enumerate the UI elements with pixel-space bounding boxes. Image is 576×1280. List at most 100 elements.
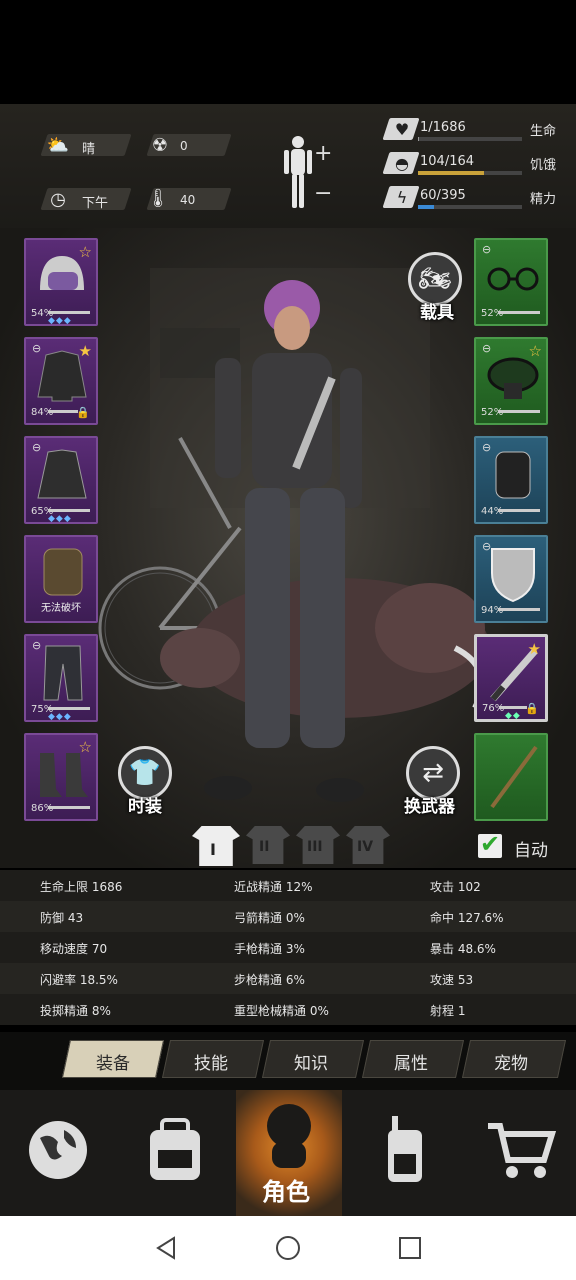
tab-knowledge-label: 知识 xyxy=(294,1054,328,1074)
pants-slot[interactable]: ⊖ 75% ◆◆◆ xyxy=(24,634,98,722)
tab-equipment-label: 装备 xyxy=(96,1054,130,1074)
time-of-day-value: 下午 xyxy=(82,196,109,211)
checkmark-icon: ✔ xyxy=(480,830,501,858)
link-icon: ⊖ xyxy=(32,639,42,652)
backpack-icon xyxy=(43,548,83,596)
gloves-icon xyxy=(495,451,531,499)
gem-sockets: ◆◆◆ xyxy=(48,712,72,722)
shirt-icon: 👕 xyxy=(128,758,162,788)
health-bar xyxy=(418,137,522,141)
link-icon: ⊖ xyxy=(482,342,492,355)
star-icon: ☆ xyxy=(78,738,92,756)
stats-row: 生命上限 1686 近战精通 12% 攻击 102 xyxy=(40,880,481,894)
gem-sockets: ◆◆◆ xyxy=(48,514,72,524)
boots-slot[interactable]: ☆ 86% xyxy=(24,733,98,821)
energy-text: 60/395 xyxy=(420,188,466,203)
tab-pets-label: 宠物 xyxy=(494,1054,528,1074)
mask-slot[interactable]: ⊖ ☆ 52% xyxy=(474,337,548,425)
boots-icon xyxy=(40,753,88,797)
star-icon: ★ xyxy=(527,640,541,658)
outfit-tab-3[interactable]: III xyxy=(296,826,340,864)
stats-row: 投掷精通 8% 重型枪械精通 0% 射程 1 xyxy=(40,1004,466,1018)
shield-slot[interactable]: ⊖ 94% xyxy=(474,535,548,623)
lock-icon: 🔒 xyxy=(525,702,539,715)
android-navigation-bar xyxy=(0,1216,576,1280)
body-figure-icon[interactable]: + − xyxy=(278,134,338,214)
plus-icon: + xyxy=(314,141,332,166)
gloves-slot[interactable]: ⊖ 44% xyxy=(474,436,548,524)
coat-slot[interactable]: ⊖ 65% ◆◆◆ xyxy=(24,436,98,524)
shopping-cart-icon[interactable] xyxy=(486,1120,556,1182)
unbreakable-label: 无法破坏 xyxy=(41,603,81,614)
tab-attributes-label: 属性 xyxy=(394,1054,428,1074)
partly-cloudy-icon: ⛅ xyxy=(46,134,70,156)
bow-icon xyxy=(490,745,538,809)
character-scene: ☆ 54% ◆◆◆ ⊖ ★ 84% 🔒 ⊖ 65% ◆◆◆ 无法破坏 ⊖ 75%… xyxy=(0,228,576,868)
stomach-icon: ◓ xyxy=(395,153,409,173)
minus-icon: − xyxy=(314,181,332,206)
link-icon: ⊖ xyxy=(32,342,42,355)
health-label: 生命 xyxy=(530,124,557,139)
motorcycle-icon: 🏍 xyxy=(418,264,452,294)
heart-icon: ♥ xyxy=(394,119,410,139)
status-bar-area xyxy=(0,0,576,104)
stats-row: 闪避率 18.5% 步枪精通 6% 攻速 53 xyxy=(0,963,576,994)
stats-row: 移动速度 70 手枪精通 3% 暴击 48.6% xyxy=(40,942,496,956)
link-icon: ⊖ xyxy=(32,441,42,454)
radiation-value: 0 xyxy=(180,139,188,153)
durability-bar xyxy=(48,509,90,512)
swap-arrows-icon: ⇄ xyxy=(422,758,444,788)
hunger-text: 104/164 xyxy=(420,154,475,169)
durability-bar xyxy=(498,311,540,314)
gem-sockets: ◆◆◆ xyxy=(48,316,72,326)
globe-icon[interactable] xyxy=(26,1118,90,1182)
stats-row: 防御 43 弓箭精通 0% 命中 127.6% xyxy=(0,901,576,932)
costume-label: 时装 xyxy=(128,797,162,817)
jacket-slot[interactable]: ⊖ ★ 84% 🔒 xyxy=(24,337,98,425)
durability-bar xyxy=(48,410,78,413)
hunger-bar xyxy=(418,171,522,175)
glasses-slot[interactable]: ⊖ 52% xyxy=(474,238,548,326)
outfit-tab-2[interactable]: II xyxy=(246,826,290,864)
star-icon: ☆ xyxy=(528,342,542,360)
durability-bar xyxy=(48,806,90,809)
energy-label: 精力 xyxy=(530,192,557,207)
category-tabs: 装备 技能 知识 属性 宠物 xyxy=(0,1032,576,1090)
durability-bar xyxy=(498,509,540,512)
home-icon[interactable] xyxy=(274,1234,302,1262)
nav-character-label: 角色 xyxy=(262,1178,310,1206)
hud-panel: ⛅ 晴 ☢ 0 ◷ 下午 🌡 40 + − ♥ 1/1686 生命 ◓ 104/… xyxy=(0,104,576,230)
machete-slot[interactable]: ★ 76% 🔒 ◆◆ xyxy=(474,634,548,722)
star-icon: ☆ xyxy=(78,243,92,261)
link-icon: ⊖ xyxy=(482,243,492,256)
stats-table: 生命上限 1686 近战精通 12% 攻击 102 防御 43 弓箭精通 0% … xyxy=(0,870,576,1025)
back-icon[interactable] xyxy=(152,1234,180,1262)
health-text: 1/1686 xyxy=(420,120,466,135)
auto-label: 自动 xyxy=(514,841,548,861)
link-icon: ⊖ xyxy=(482,540,492,553)
durability-bar xyxy=(48,707,90,710)
bow-slot[interactable] xyxy=(474,733,548,821)
helmet-slot[interactable]: ☆ 54% ◆◆◆ xyxy=(24,238,98,326)
walkie-talkie-icon[interactable] xyxy=(380,1114,430,1186)
temperature-value: 40 xyxy=(180,193,196,207)
radiation-icon: ☢ xyxy=(151,134,169,156)
character-icon[interactable] xyxy=(258,1098,320,1170)
recents-icon[interactable] xyxy=(396,1234,424,1262)
bottom-navigation: 角色 xyxy=(0,1090,576,1216)
switch-weapon-label: 换武器 xyxy=(404,797,455,817)
durability-bar xyxy=(48,311,90,314)
outfit-tab-4[interactable]: IV xyxy=(346,826,390,864)
durability-bar xyxy=(498,410,540,413)
hunger-label: 饥饿 xyxy=(530,158,557,173)
backpack-icon[interactable] xyxy=(144,1116,206,1184)
energy-bar xyxy=(418,205,522,209)
auto-checkbox[interactable]: ✔ xyxy=(478,830,502,858)
link-icon: ⊖ xyxy=(482,441,492,454)
energy-icon: ϟ xyxy=(396,187,408,207)
backpack-slot[interactable]: 无法破坏 xyxy=(24,535,98,623)
coat-icon xyxy=(37,449,87,499)
durability-bar xyxy=(498,608,540,611)
weather-value: 晴 xyxy=(82,142,96,157)
clock-icon: ◷ xyxy=(50,188,66,210)
